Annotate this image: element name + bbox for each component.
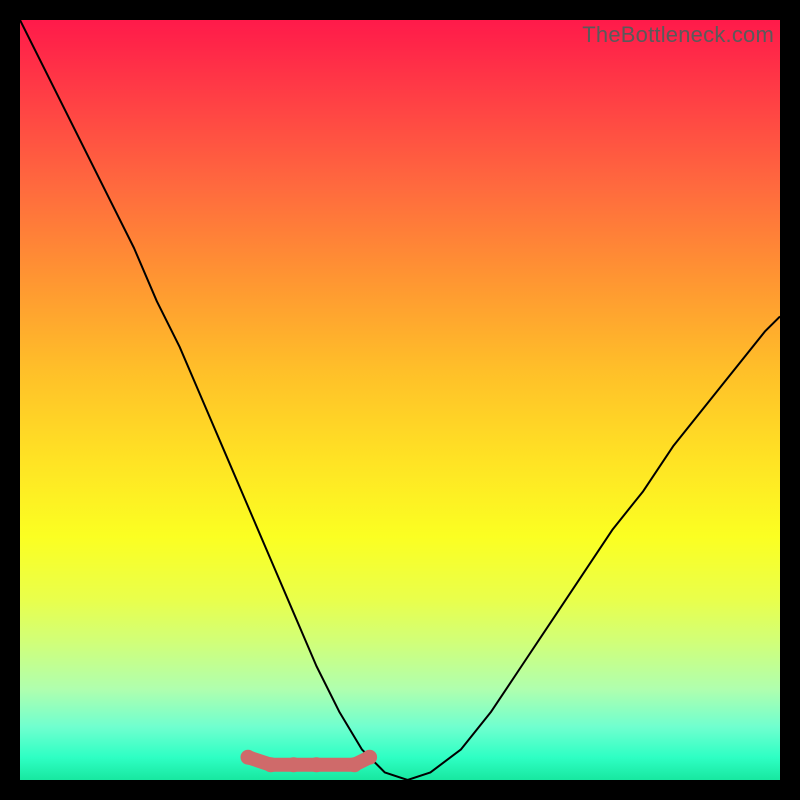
plot-area: TheBottleneck.com — [20, 20, 780, 780]
chart-svg — [20, 20, 780, 780]
flat-region-dot — [263, 757, 278, 772]
bottleneck-curve — [20, 20, 780, 780]
flat-region-dot — [309, 757, 324, 772]
flat-region-dot — [286, 757, 301, 772]
flat-region-dot — [347, 757, 362, 772]
chart-frame: TheBottleneck.com — [0, 0, 800, 800]
flat-region-dot — [362, 750, 377, 765]
flat-region-dot — [241, 750, 256, 765]
